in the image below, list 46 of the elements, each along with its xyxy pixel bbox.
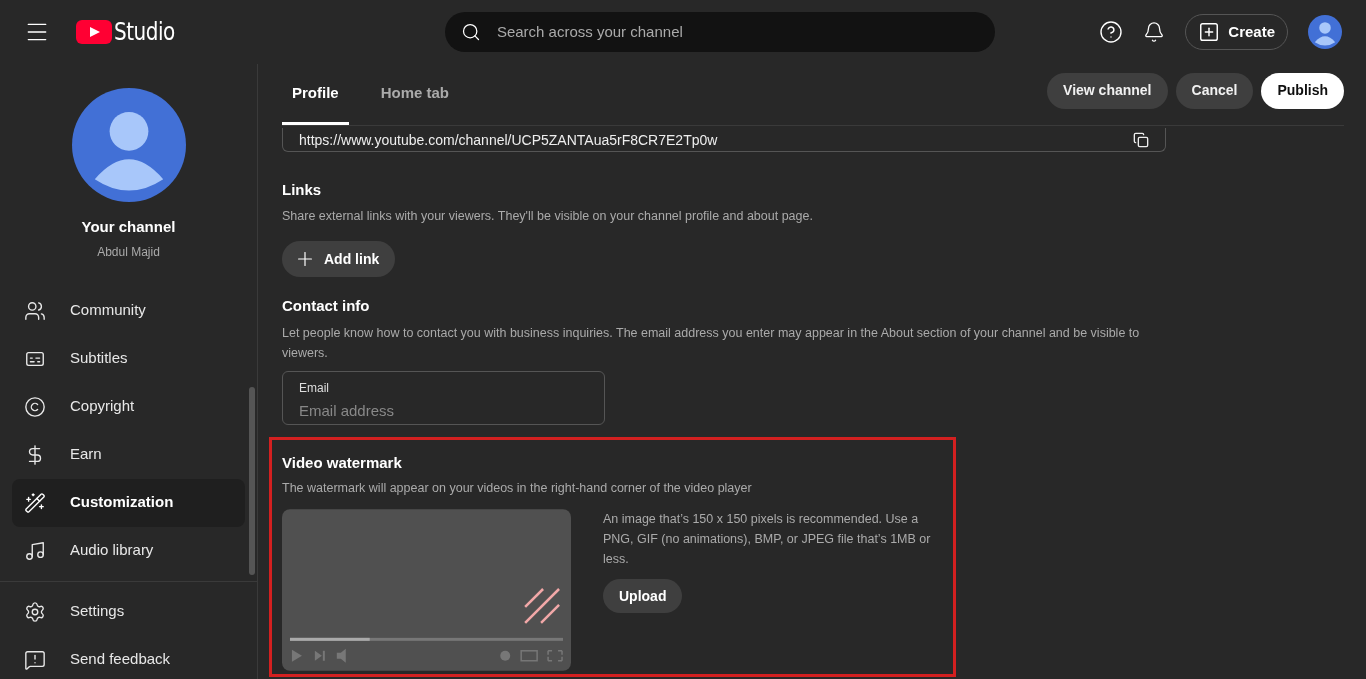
account-avatar (1308, 15, 1342, 49)
sidebar-item[interactable]: Community (12, 286, 245, 335)
video-plus-icon (1198, 21, 1221, 43)
play-logo-icon (76, 20, 112, 44)
add-link-button[interactable]: Add link (282, 241, 396, 278)
section-title: Video watermark (282, 452, 403, 473)
logo-text: Studio (114, 16, 175, 49)
search-icon (460, 22, 481, 42)
sidebar-item[interactable]: Copyright (12, 382, 245, 431)
sidebar-item[interactable]: Send feedback (12, 635, 245, 679)
upload-hint: An image that’s 150 x 150 pixels is recommended. Use a PNG, GIF (no animations), BMP, or JPEG file that’s 1MB or less. (603, 511, 932, 568)
magic-wand-icon (24, 491, 46, 514)
field-label: Email (299, 379, 330, 397)
tab[interactable]: Profile (282, 64, 349, 125)
notifications-icon[interactable] (1143, 21, 1166, 43)
section-description: Let people know how to contact you with business inquiries. The email address you enter may appear in the About section of your channel and be visible to viewers. (282, 324, 1141, 362)
sidebar-item[interactable]: Audio library (12, 526, 245, 575)
feedback-icon (24, 648, 46, 671)
email-field[interactable]: Email Email address (282, 370, 605, 425)
channel-url: https://www.youtube.com/channel/UCP5ZANTAua5rF8CR7E2Tp0w (299, 132, 718, 147)
channel-name: Abdul Majid (97, 243, 160, 261)
section-description: The watermark will appear on your videos in the right-hand corner of the video player (282, 480, 753, 498)
search-field[interactable]: Search across your channel (444, 12, 995, 52)
url-field[interactable]: https://www.youtube.com/channel/UCP5ZANTAua5rF8CR7E2Tp0w (282, 128, 1166, 152)
sidebar-item[interactable]: Earn (12, 430, 245, 479)
sidebar-item[interactable]: Customization (12, 478, 245, 527)
copyright-icon (24, 395, 46, 418)
section-title: Contact info (282, 296, 371, 317)
sidebar-item[interactable]: Settings (12, 587, 245, 636)
music-note-icon (24, 539, 46, 562)
sidebar-item[interactable]: Subtitles (12, 334, 245, 383)
section-title: Links (282, 180, 323, 200)
action-button[interactable]: View channel (1047, 72, 1168, 109)
copy-icon[interactable] (1133, 131, 1149, 148)
help-icon[interactable] (1099, 20, 1124, 44)
action-button[interactable]: Cancel (1175, 72, 1254, 109)
email-input[interactable]: Email address (299, 399, 588, 423)
people-icon (24, 299, 46, 322)
publish-button[interactable]: Publish (1261, 72, 1344, 109)
settings-icon (24, 600, 46, 623)
search-input[interactable]: Search across your channel (496, 20, 979, 44)
scrollbar[interactable] (249, 386, 255, 575)
upload-button[interactable]: Upload (603, 579, 683, 613)
channel-title: Your channel (81, 217, 176, 237)
section-description: Share external links with your viewers. They'll be visible on your channel profile and about page. (282, 207, 814, 225)
tab[interactable]: Home tab (370, 64, 460, 125)
